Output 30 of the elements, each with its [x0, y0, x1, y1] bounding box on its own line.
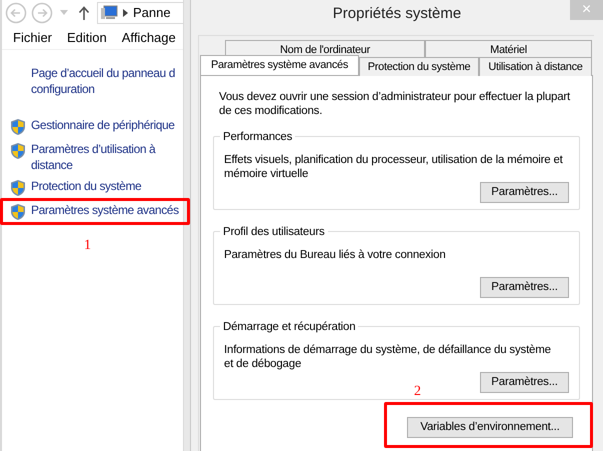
menu-item[interactable]: Affichage [122, 28, 176, 48]
sidebar-link[interactable]: Paramètres système avancés [31, 202, 179, 218]
notice-text: Vous devez ouvrir une session d’administrateur pour effectuer la plupart de ces modifications. [218, 90, 572, 118]
settings-button[interactable]: Paramètres... [480, 182, 569, 203]
tab[interactable]: Protection du système [359, 57, 479, 76]
group-description: Informations de démarrage du système, de défaillance du système et de débogage [224, 343, 552, 371]
chevron-icon[interactable] [123, 8, 128, 16]
group-description: Paramètres du Bureau liés à votre connexion [224, 248, 447, 262]
settings-button[interactable]: Paramètres... [480, 277, 569, 298]
step-number: 2 [414, 383, 421, 401]
computer-icon[interactable] [100, 4, 118, 20]
shield-icon[interactable] [10, 118, 26, 136]
up-arrow-icon[interactable] [78, 6, 90, 20]
shield-icon[interactable] [10, 179, 26, 197]
window-title: Propriétés système [332, 4, 462, 24]
sidebar-link[interactable]: Page d’accueil du panneau d configuration [31, 65, 175, 97]
sidebar-link[interactable]: Paramètres d’utilisation à distance [31, 141, 156, 173]
sidebar-link[interactable]: Protection du système [31, 178, 142, 194]
menu-item[interactable]: Edition [67, 28, 107, 48]
shield-icon[interactable] [10, 142, 26, 160]
shield-icon[interactable] [10, 203, 26, 221]
address-bar[interactable]: Panne [97, 2, 183, 24]
tab[interactable]: Utilisation à distance [479, 57, 592, 76]
settings-button[interactable]: Paramètres... [480, 372, 569, 393]
step-number: 1 [84, 237, 91, 255]
environment-variables-button[interactable]: Variables d’environnement... [407, 417, 573, 438]
group-description: Effets visuels, planification du processeur, utilisation de la mémoire et mémoire virtuelle [224, 153, 564, 181]
menu-item[interactable]: Fichier [13, 28, 52, 48]
tab[interactable]: Paramètres système avancés [200, 55, 359, 75]
sidebar-link[interactable]: Gestionnaire de périphérique [31, 117, 175, 133]
